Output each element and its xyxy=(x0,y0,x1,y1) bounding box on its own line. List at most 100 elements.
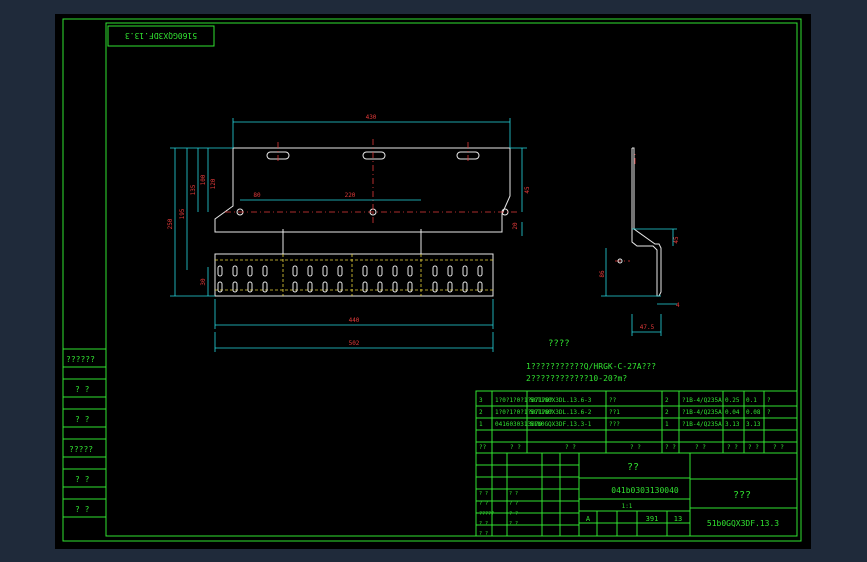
lower-slot-bottom xyxy=(462,281,468,293)
parts-cell-no: 1 xyxy=(479,421,483,428)
lower-slot-top xyxy=(447,265,453,277)
cad-viewport[interactable]: 5160GQX3DF.13.3 ?????? ? ? ? ? ????? ? ?… xyxy=(55,14,811,549)
front-view: 430 440 502 80 220 250 195 135 100 120 3… xyxy=(167,114,531,352)
lower-slot-top xyxy=(247,265,253,277)
lower-slot-bottom xyxy=(362,281,368,293)
lower-slot-top xyxy=(262,265,268,277)
title-drawing-no: 51b0GQX3DF.13.3 xyxy=(707,519,779,528)
drawing-code-text: 5160GQX3DF.13.3 xyxy=(125,31,197,40)
left-label-column: ?????? ? ? ? ? ????? ? ? ? ? xyxy=(63,348,106,518)
notes-line-2: 2????????????10-20?m? xyxy=(526,374,627,383)
side-view: 45 86 4 47.5 xyxy=(599,147,680,336)
parts-cell-mark: ? xyxy=(767,409,771,416)
parts-cell-desc: ??1 xyxy=(609,409,620,416)
lower-slot-top xyxy=(477,265,483,277)
parts-cell-mat: ?1B-4/Q235A xyxy=(682,409,722,416)
parts-header-cell: ? ? xyxy=(665,444,676,451)
dim-hole-gap-mid: 220 xyxy=(345,192,356,199)
lower-slot-top xyxy=(217,265,223,277)
parts-header-cell: ? ? xyxy=(748,444,759,451)
parts-header-cell: ? ? xyxy=(510,444,521,451)
dim-h-100: 100 xyxy=(200,174,207,185)
dim-h-195: 195 xyxy=(179,208,186,219)
dim-side-45: 45 xyxy=(673,236,680,244)
lower-slot-top xyxy=(362,265,368,277)
title-name: ?? xyxy=(627,462,639,473)
title-part-code: 041b0303130040 xyxy=(611,486,679,495)
lower-slot-top xyxy=(407,265,413,277)
parts-header-cell: ? ? xyxy=(565,444,576,451)
lower-slot-top xyxy=(462,265,468,277)
lower-slot-bottom xyxy=(477,281,483,293)
parts-cell-mark: ? xyxy=(767,397,771,404)
parts-cell-w1: 0.04 xyxy=(725,409,740,416)
parts-cell-name: 5GT1G0X3DL.13.6-3 xyxy=(530,397,592,404)
parts-cell-w2: 0.08 xyxy=(746,409,761,416)
parts-cell-qty: 2 xyxy=(665,397,669,404)
parts-cell-desc: ??? xyxy=(609,421,620,428)
dim-overall-width: 430 xyxy=(366,114,377,121)
lower-slot-top xyxy=(337,265,343,277)
title-weight: 13 xyxy=(674,515,682,523)
parts-cell-name: 5GT1G0X3DL.13.6-2 xyxy=(530,409,592,416)
parts-header-cell: ? ? xyxy=(695,444,706,451)
parts-cell-qty: 2 xyxy=(665,409,669,416)
dim-h-135: 135 xyxy=(190,184,197,195)
parts-cell-no: 3 xyxy=(479,397,483,404)
lower-slot-top xyxy=(322,265,328,277)
left-label-5: ? ? xyxy=(75,505,90,514)
left-label-3: ????? xyxy=(69,445,93,454)
left-label-1: ? ? xyxy=(75,385,90,394)
notes-line-1: 1???????????Q/HRGK-C-27A??? xyxy=(526,362,656,371)
parts-header-cell: ?? xyxy=(479,444,487,451)
lower-slot-bottom xyxy=(307,281,313,293)
parts-cell-w1: 3.13 xyxy=(725,421,740,428)
parts-cell-w2: 3.13 xyxy=(746,421,761,428)
parts-cell-w2: 0.1 xyxy=(746,397,757,404)
title-block: ? ? ? ?????? ? ? ? ? ? ? ? ? ? ? ? ? ?? 041b030… xyxy=(475,452,798,537)
dim-hole-gap-left: 80 xyxy=(253,192,261,199)
parts-cell-name: 51b0GQX3DF.13.3-1 xyxy=(530,421,592,428)
cad-drawing: 5160GQX3DF.13.3 ?????? ? ? ? ? ????? ? ?… xyxy=(62,18,802,542)
notes: ???? 1???????????Q/HRGK-C-27A??? 2??????… xyxy=(526,339,656,383)
lower-slot-bottom xyxy=(262,281,268,293)
lower-slot-bottom xyxy=(217,281,223,293)
notes-title: ???? xyxy=(548,339,570,349)
left-label-4: ? ? xyxy=(75,475,90,484)
lower-slot-bottom xyxy=(447,281,453,293)
lower-slot-top xyxy=(377,265,383,277)
sign-label: ? ? xyxy=(509,521,518,527)
sign-label: ? ? xyxy=(509,501,518,507)
lower-slot-bottom xyxy=(432,281,438,293)
lower-slot-top xyxy=(392,265,398,277)
lower-slot-bottom xyxy=(392,281,398,293)
sign-label: ????? xyxy=(479,511,494,517)
parts-cell-mat: ?1B-4/Q235A xyxy=(682,421,722,428)
dim-side-86: 86 xyxy=(599,270,606,278)
title-scale: 1:1 xyxy=(622,503,633,510)
dim-right-20: 20 xyxy=(512,222,519,230)
dim-h-250: 250 xyxy=(167,218,174,229)
title-unit: ??? xyxy=(733,490,751,501)
parts-header-cell: ? ? xyxy=(630,444,641,451)
lower-slot-bottom xyxy=(232,281,238,293)
lower-slot-top xyxy=(432,265,438,277)
lower-slot-top xyxy=(232,265,238,277)
sign-label: ? ? xyxy=(479,491,488,497)
title-sheet: 391 xyxy=(646,515,659,523)
lower-slot-top xyxy=(307,265,313,277)
dim-side-4: 4 xyxy=(676,302,680,309)
sign-label: ? ? xyxy=(509,491,518,497)
lower-slot-bottom xyxy=(407,281,413,293)
dim-right-45: 45 xyxy=(524,186,531,194)
sign-label: ? ? xyxy=(479,501,488,507)
dim-h-30: 30 xyxy=(200,278,207,286)
inner-border xyxy=(105,22,798,537)
title-stage: A xyxy=(586,515,591,523)
dim-h-120: 120 xyxy=(210,178,217,189)
parts-table: 3 1?0?1?0?1?0?1?0?5GT1G0X3DL.13.6-3?? 2 ?1B… xyxy=(475,390,798,454)
parts-cell-desc: ?? xyxy=(609,397,617,404)
lower-slot-bottom xyxy=(337,281,343,293)
lower-slot-bottom xyxy=(322,281,328,293)
slot-mid xyxy=(362,151,386,160)
